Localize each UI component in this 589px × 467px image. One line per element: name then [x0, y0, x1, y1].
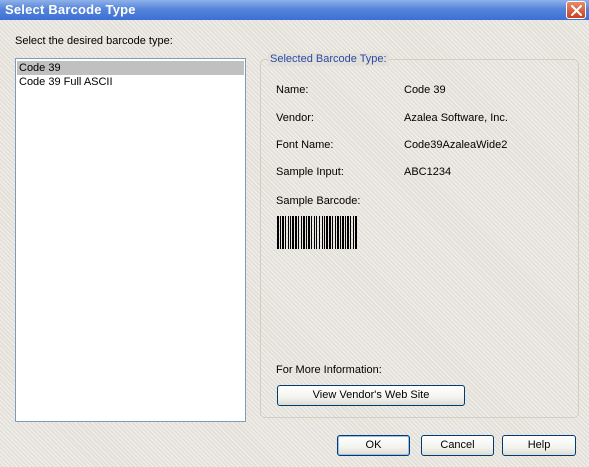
title-bar[interactable]: Select Barcode Type [0, 0, 589, 20]
more-info-label: For More Information: [276, 364, 382, 376]
close-button[interactable] [566, 1, 586, 19]
list-item-code-39[interactable]: Code 39 [17, 61, 244, 75]
list-item-code-39-full-ascii[interactable]: Code 39 Full ASCII [17, 75, 244, 89]
view-vendor-website-button[interactable]: View Vendor's Web Site [277, 385, 465, 406]
name-label: Name: [276, 84, 309, 96]
sample-barcode-label: Sample Barcode: [276, 195, 361, 207]
groupbox-title: Selected Barcode Type: [268, 53, 389, 66]
sample-barcode-image [277, 216, 357, 249]
font-name-label: Font Name: [276, 139, 334, 151]
barcode-type-prompt: Select the desired barcode type: [15, 35, 173, 47]
sample-input-label: Sample Input: [276, 166, 344, 178]
vendor-label: Vendor: [276, 112, 314, 124]
help-button[interactable]: Help [502, 435, 576, 456]
barcode-type-listbox[interactable]: Code 39 Code 39 Full ASCII [15, 58, 246, 422]
window-title: Select Barcode Type [5, 2, 136, 17]
select-barcode-type-dialog: Select Barcode Type Select the desired b… [0, 0, 589, 467]
font-name-value: Code39AzaleaWide2 [404, 139, 508, 151]
cancel-button[interactable]: Cancel [421, 435, 494, 456]
ok-button[interactable]: OK [337, 435, 410, 456]
close-icon [571, 5, 582, 16]
vendor-value: Azalea Software, Inc. [404, 112, 508, 124]
name-value: Code 39 [404, 84, 446, 96]
sample-input-value: ABC1234 [404, 166, 452, 178]
